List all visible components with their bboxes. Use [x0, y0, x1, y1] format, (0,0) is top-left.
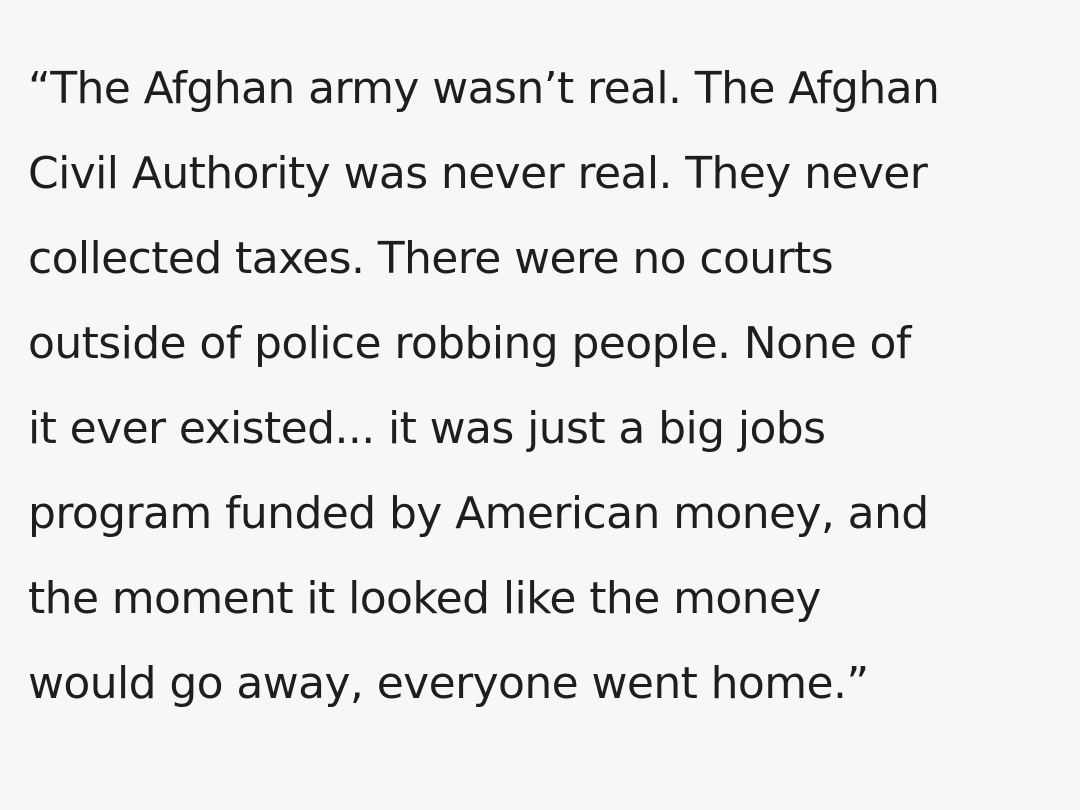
quote-line: outside of police robbing people. None o… [28, 318, 911, 369]
quote-line: would go away, everyone went home.” [28, 658, 869, 709]
quote-line: collected taxes. There were no courts [28, 233, 834, 284]
quote-line: Civil Authority was never real. They nev… [28, 148, 928, 199]
quote-line: the moment it looked like the money [28, 573, 821, 624]
quote-line: it ever existed... it was just a big job… [28, 403, 826, 454]
quote-line: program funded by American money, and [28, 488, 929, 539]
quote-line: “The Afghan army wasn’t real. The Afghan [28, 63, 940, 114]
quote-text: “The Afghan army wasn’t real. The Afghan… [28, 46, 1068, 726]
